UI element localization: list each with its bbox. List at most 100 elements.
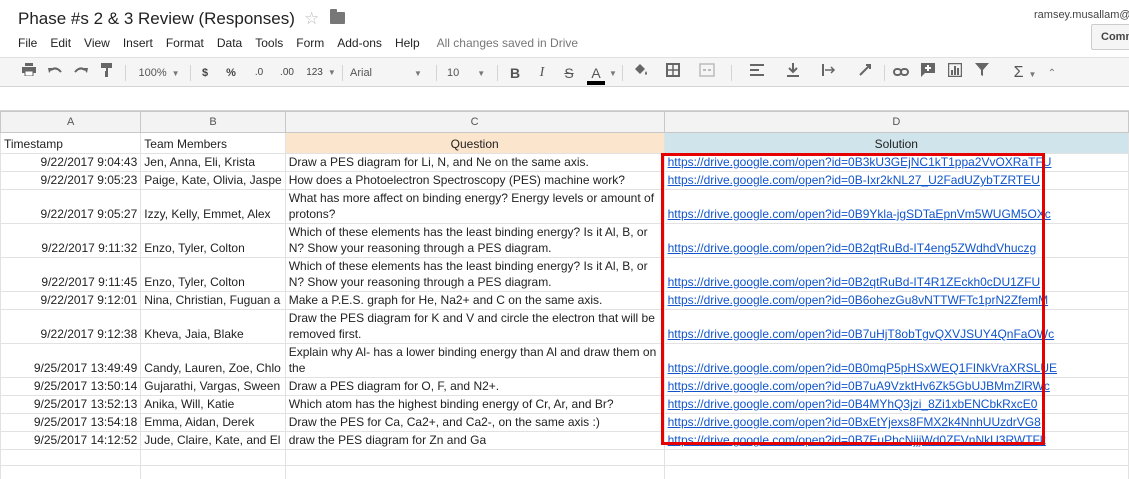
solution-link[interactable]: https://drive.google.com/open?id=0B7uHjT…: [668, 327, 1055, 341]
cell-solution[interactable]: https://drive.google.com/open?id=0B2qtRu…: [663, 257, 1129, 292]
header-solution[interactable]: Solution: [663, 132, 1129, 154]
column-header-d[interactable]: D: [663, 111, 1129, 133]
cell-team-members[interactable]: Paige, Kate, Olivia, Jaspe: [140, 171, 286, 190]
decrease-decimal-button[interactable]: .0: [249, 63, 269, 83]
cell-team-members[interactable]: Gujarathi, Vargas, Sween: [140, 377, 286, 396]
header-timestamp[interactable]: Timestamp: [0, 132, 142, 154]
solution-link[interactable]: https://drive.google.com/open?id=0B7EuPh…: [668, 433, 1046, 447]
font-select[interactable]: Arial ▼: [350, 63, 430, 83]
bold-button[interactable]: B: [507, 63, 523, 83]
more-formats-select[interactable]: 123 ▼: [303, 63, 339, 83]
solution-link[interactable]: https://drive.google.com/open?id=0B9Ykla…: [668, 207, 1051, 221]
chevron-up-icon[interactable]: ⌃: [1045, 63, 1059, 83]
cell-team-members[interactable]: Enzo, Tyler, Colton: [140, 257, 286, 292]
document-title[interactable]: Phase #s 2 & 3 Review (Responses): [18, 9, 295, 29]
menu-format[interactable]: Format: [166, 36, 204, 52]
formula-bar[interactable]: [0, 87, 1129, 111]
cell-timestamp[interactable]: 9/22/2017 9:05:23: [0, 171, 142, 190]
paint-format-icon[interactable]: [98, 63, 116, 83]
cell-team-members[interactable]: Anika, Will, Katie: [140, 395, 286, 414]
cell-solution[interactable]: https://drive.google.com/open?id=0B6ohez…: [663, 291, 1129, 310]
cell-question[interactable]: Draw a PES diagram for O, F, and N2+.: [284, 377, 665, 396]
cell-team-members[interactable]: Candy, Lauren, Zoe, Chlo: [140, 343, 286, 378]
cell-solution[interactable]: https://drive.google.com/open?id=0B7uA9V…: [663, 377, 1129, 396]
vertical-align-icon[interactable]: [778, 63, 808, 83]
cell-solution[interactable]: https://drive.google.com/open?id=0B3kU3G…: [663, 153, 1129, 172]
header-team-members[interactable]: Team Members: [140, 132, 286, 154]
empty-cell[interactable]: [663, 449, 1129, 466]
cell-timestamp[interactable]: 9/25/2017 13:49:49: [0, 343, 142, 378]
empty-cell[interactable]: [284, 449, 665, 466]
star-icon[interactable]: ☆: [304, 9, 319, 29]
cell-question[interactable]: draw the PES diagram for Zn and Ga: [284, 431, 665, 450]
strikethrough-button[interactable]: S: [561, 63, 577, 83]
currency-button[interactable]: $: [198, 63, 212, 83]
cell-question[interactable]: How does a Photoelectron Spectroscopy (P…: [284, 171, 665, 190]
cell-timestamp[interactable]: 9/22/2017 9:12:38: [0, 309, 142, 344]
solution-link[interactable]: https://drive.google.com/open?id=0B0mqP5…: [668, 361, 1057, 375]
solution-link[interactable]: https://drive.google.com/open?id=0B7uA9V…: [668, 379, 1050, 393]
cell-question[interactable]: Draw the PES diagram for K and V and cir…: [284, 309, 665, 344]
empty-cell[interactable]: [140, 465, 286, 479]
menu-insert[interactable]: Insert: [123, 36, 153, 52]
cell-solution[interactable]: https://drive.google.com/open?id=0B2qtRu…: [663, 223, 1129, 258]
chevron-down-icon[interactable]: ▼: [608, 63, 618, 83]
italic-button[interactable]: I: [534, 63, 550, 83]
chart-icon[interactable]: [946, 62, 964, 83]
menu-tools[interactable]: Tools: [255, 36, 283, 52]
cell-solution[interactable]: https://drive.google.com/open?id=0B-Ixr2…: [663, 171, 1129, 190]
increase-decimal-button[interactable]: .00: [276, 63, 298, 83]
cell-question[interactable]: Which atom has the highest binding energ…: [284, 395, 665, 414]
empty-cell[interactable]: [140, 449, 286, 466]
cell-timestamp[interactable]: 9/22/2017 9:04:43: [0, 153, 142, 172]
cell-question[interactable]: Which of these elements has the least bi…: [284, 223, 665, 258]
menu-edit[interactable]: Edit: [50, 36, 71, 52]
cell-timestamp[interactable]: 9/22/2017 9:11:32: [0, 223, 142, 258]
print-icon[interactable]: [20, 63, 38, 83]
solution-link[interactable]: https://drive.google.com/open?id=0B2qtRu…: [668, 275, 1041, 289]
menu-form[interactable]: Form: [296, 36, 324, 52]
cell-timestamp[interactable]: 9/25/2017 13:52:13: [0, 395, 142, 414]
menu-help[interactable]: Help: [395, 36, 420, 52]
cell-team-members[interactable]: Emma, Aidan, Derek: [140, 413, 286, 432]
text-wrap-icon[interactable]: [814, 63, 844, 83]
comments-button[interactable]: Comm: [1091, 24, 1129, 50]
menu-addons[interactable]: Add-ons: [337, 36, 382, 52]
font-size-select[interactable]: 10 ▼: [447, 63, 487, 83]
cell-timestamp[interactable]: 9/22/2017 9:05:27: [0, 189, 142, 224]
functions-button[interactable]: Σ ▼: [1010, 63, 1040, 83]
empty-cell[interactable]: [663, 465, 1129, 479]
menu-data[interactable]: Data: [217, 36, 242, 52]
folder-icon[interactable]: [330, 9, 345, 24]
percent-button[interactable]: %: [223, 63, 239, 83]
cell-solution[interactable]: https://drive.google.com/open?id=0BxEtYj…: [663, 413, 1129, 432]
empty-cell[interactable]: [0, 449, 142, 466]
borders-icon[interactable]: [660, 63, 686, 83]
cell-solution[interactable]: https://drive.google.com/open?id=0B7EuPh…: [663, 431, 1129, 450]
cell-solution[interactable]: https://drive.google.com/open?id=0B7uHjT…: [663, 309, 1129, 344]
cell-timestamp[interactable]: 9/22/2017 9:11:45: [0, 257, 142, 292]
cell-team-members[interactable]: Enzo, Tyler, Colton: [140, 223, 286, 258]
cell-question[interactable]: Make a P.E.S. graph for He, Na2+ and C o…: [284, 291, 665, 310]
cell-team-members[interactable]: Kheva, Jaia, Blake: [140, 309, 286, 344]
undo-icon[interactable]: [46, 63, 64, 83]
cell-solution[interactable]: https://drive.google.com/open?id=0B4MYhQ…: [663, 395, 1129, 414]
cell-question[interactable]: What has more affect on binding energy? …: [284, 189, 665, 224]
solution-link[interactable]: https://drive.google.com/open?id=0B-Ixr2…: [668, 173, 1040, 187]
text-color-button[interactable]: A: [586, 63, 606, 85]
cell-question[interactable]: Which of these elements has the least bi…: [284, 257, 665, 292]
link-icon[interactable]: [892, 63, 910, 83]
header-question[interactable]: Question: [284, 132, 665, 154]
cell-team-members[interactable]: Jen, Anna, Eli, Krista: [140, 153, 286, 172]
horizontal-align-icon[interactable]: [742, 63, 772, 83]
cell-solution[interactable]: https://drive.google.com/open?id=0B0mqP5…: [663, 343, 1129, 378]
solution-link[interactable]: https://drive.google.com/open?id=0B3kU3G…: [668, 155, 1052, 169]
cell-timestamp[interactable]: 9/22/2017 9:12:01: [0, 291, 142, 310]
cell-timestamp[interactable]: 9/25/2017 13:50:14: [0, 377, 142, 396]
menu-file[interactable]: File: [18, 36, 37, 52]
comment-icon[interactable]: [919, 63, 937, 83]
cell-team-members[interactable]: Izzy, Kelly, Emmet, Alex: [140, 189, 286, 224]
solution-link[interactable]: https://drive.google.com/open?id=0B6ohez…: [668, 293, 1049, 307]
text-rotation-icon[interactable]: [850, 63, 880, 83]
user-account[interactable]: ramsey.musallam@: [1034, 9, 1129, 21]
